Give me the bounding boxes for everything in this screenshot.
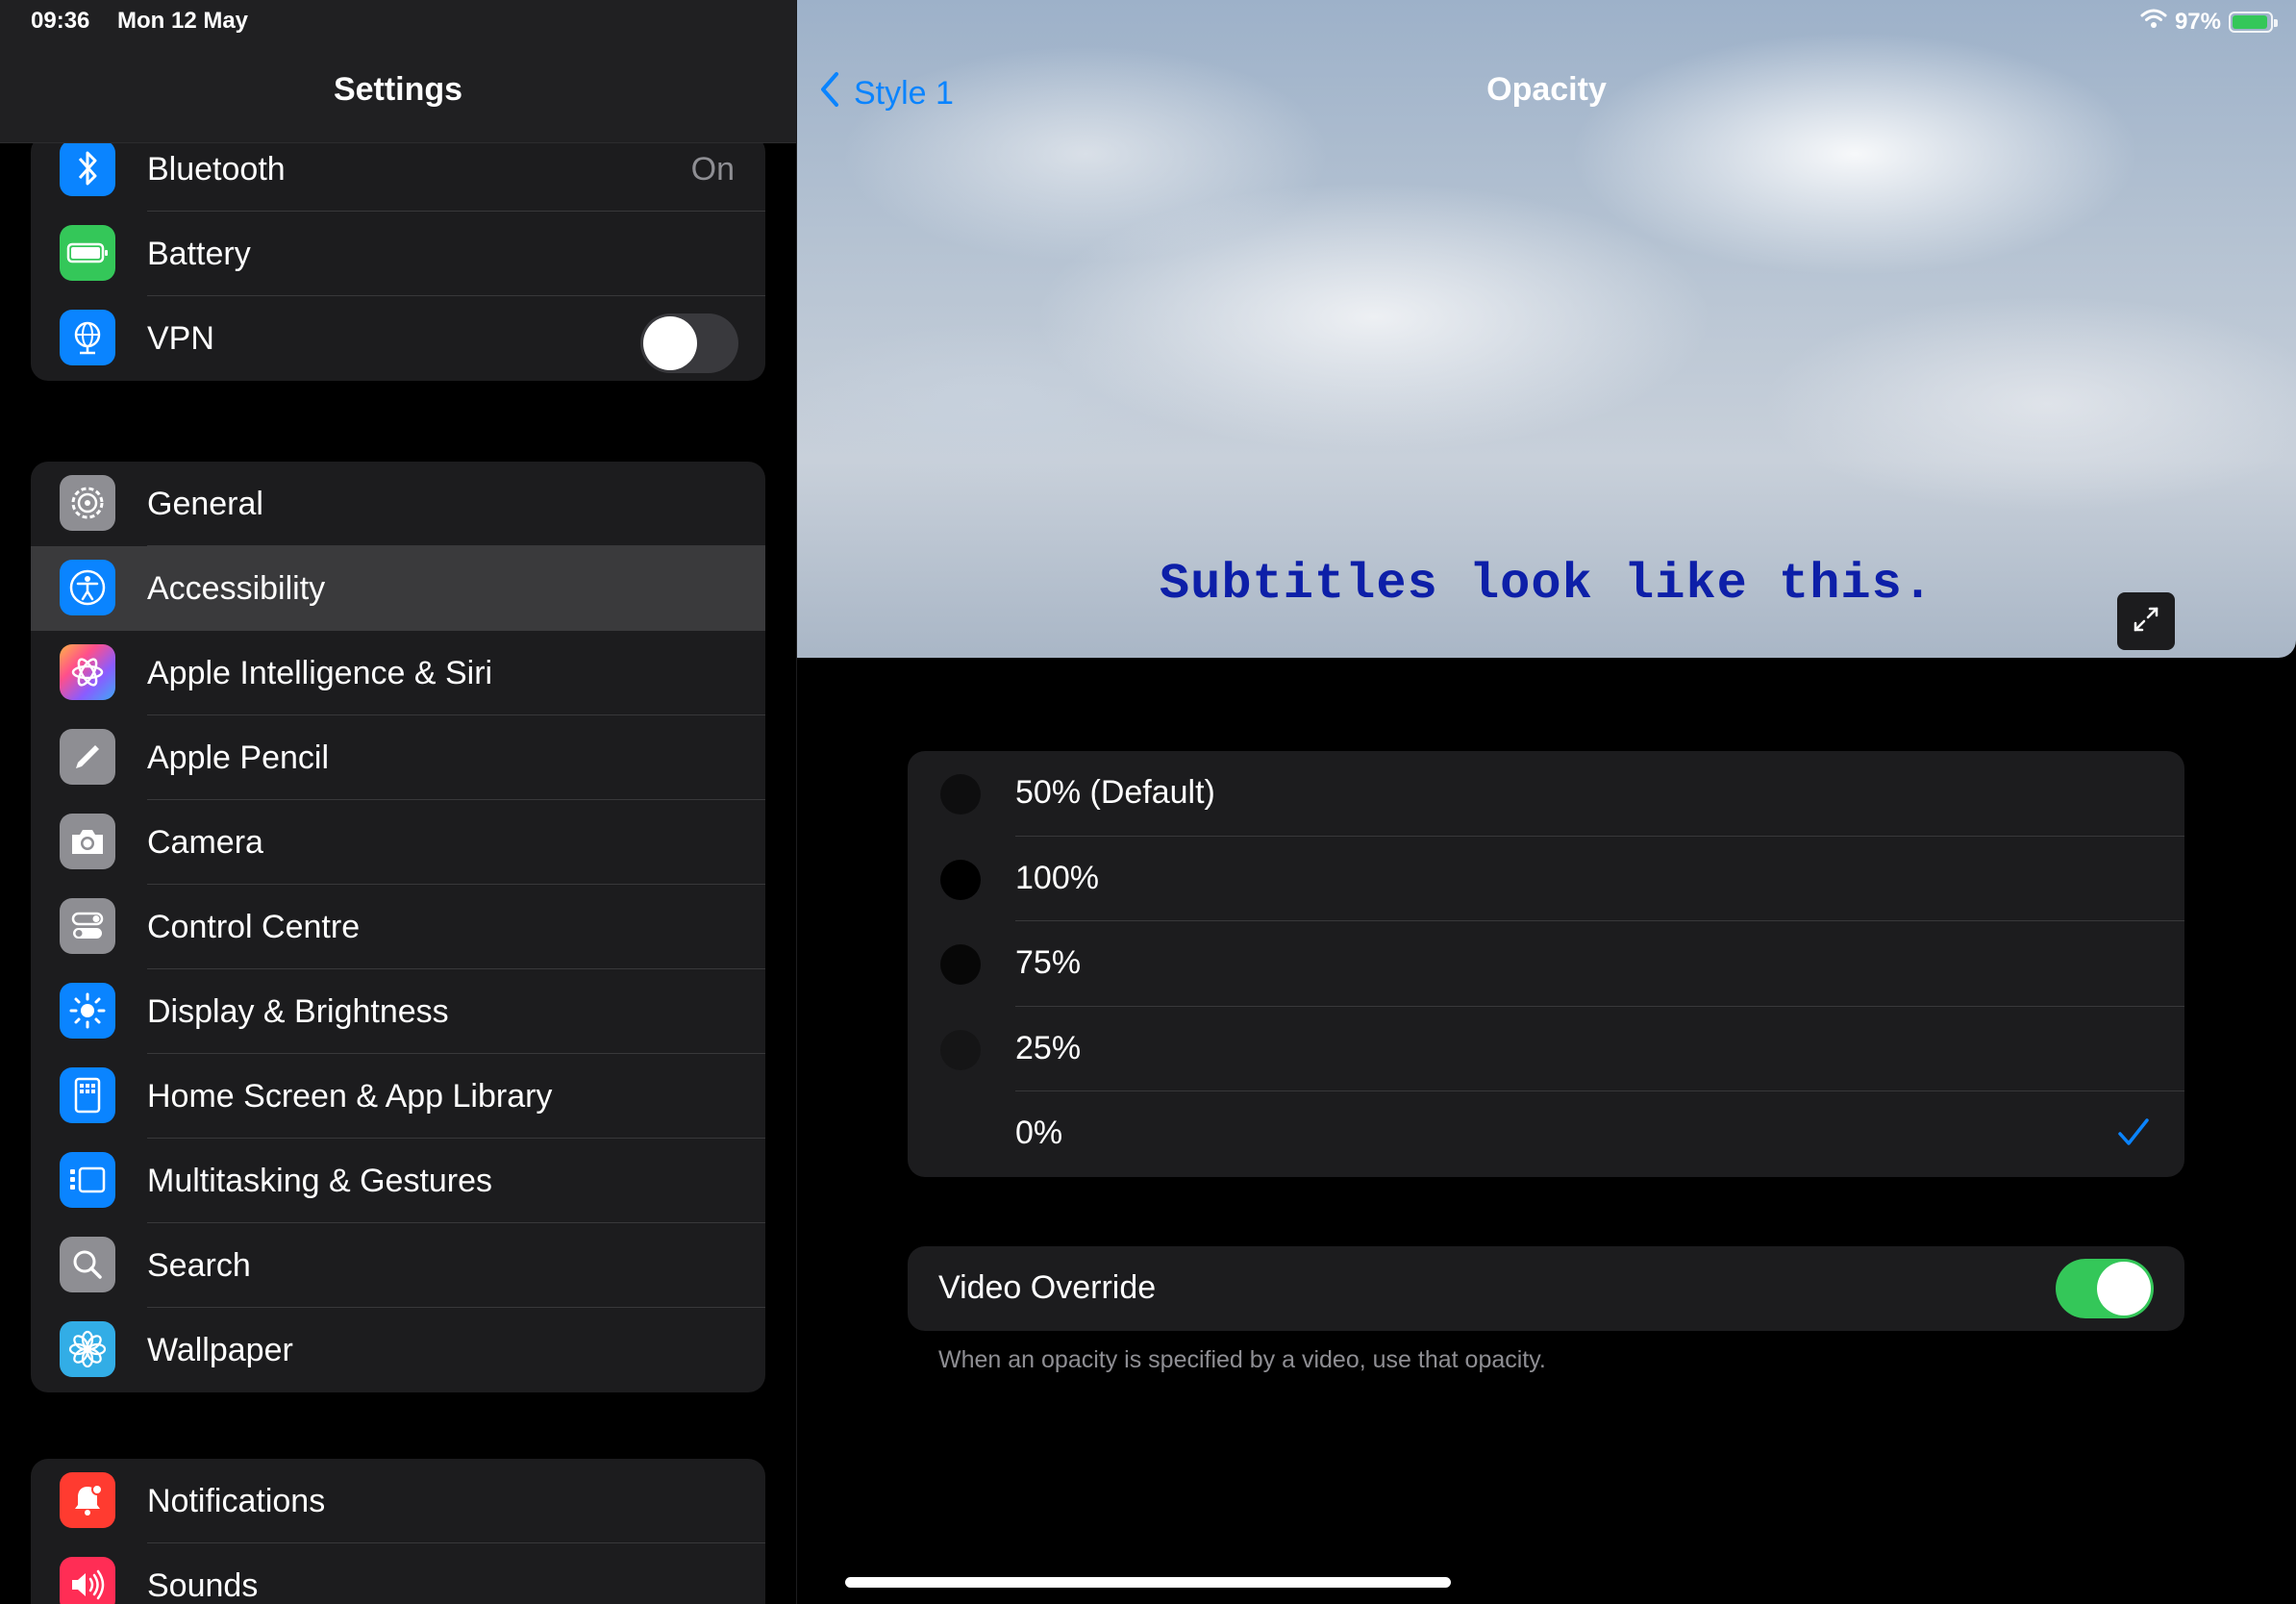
opacity-options-list: 50% (Default) 100% 75% 25% 0%: [908, 751, 2184, 1177]
sidebar-item-label: Accessibility: [147, 569, 326, 607]
sidebar-item-apple-intelligence-siri[interactable]: Apple Intelligence & Siri: [31, 631, 765, 715]
option-label: 75%: [1015, 944, 1082, 982]
speaker-icon: [60, 1557, 115, 1604]
option-label: 25%: [1015, 1029, 1082, 1066]
sidebar-item-accessibility[interactable]: Accessibility: [31, 546, 765, 631]
sidebar-item-battery[interactable]: Battery: [31, 212, 765, 296]
status-date: Mon 12 May: [117, 8, 249, 34]
accessibility-icon: [60, 560, 115, 615]
control-centre-icon: [60, 898, 115, 954]
option-label: 50% (Default): [1015, 774, 1215, 811]
sidebar-item-bluetooth[interactable]: Bluetooth On: [31, 135, 765, 212]
settings-group-notifications: Notifications Sounds: [31, 1459, 765, 1604]
color-swatch: [940, 1029, 981, 1070]
option-75[interactable]: 75%: [908, 921, 2184, 1007]
battery-charging-icon: [2229, 11, 2278, 33]
wallpaper-flower-icon: [60, 1321, 115, 1377]
home-indicator[interactable]: [845, 1577, 1451, 1588]
sidebar-item-apple-pencil[interactable]: Apple Pencil: [31, 715, 765, 800]
settings-sidebar: 09:36 Mon 12 May Settings Bluetooth On B…: [0, 0, 796, 1604]
camera-icon: [60, 814, 115, 869]
option-25[interactable]: 25%: [908, 1007, 2184, 1092]
expand-preview-button[interactable]: [2117, 592, 2175, 650]
bell-icon: [60, 1472, 115, 1528]
option-label: 0%: [1015, 1115, 1063, 1152]
sidebar-item-label: Wallpaper: [147, 1331, 293, 1368]
settings-group-general: General Accessibility Apple Intelligence…: [31, 462, 765, 1392]
sidebar-item-vpn[interactable]: VPN: [31, 296, 765, 381]
bluetooth-status: On: [690, 150, 735, 188]
gear-icon: [60, 475, 115, 531]
sidebar-item-label: Camera: [147, 823, 263, 861]
sun-icon: [60, 983, 115, 1039]
page-title: Opacity: [1486, 71, 1607, 108]
vpn-globe-icon: [60, 310, 115, 365]
sidebar-item-multitasking[interactable]: Multitasking & Gestures: [31, 1139, 765, 1223]
status-bar-right: 97%: [2140, 8, 2278, 36]
sidebar-item-home-screen[interactable]: Home Screen & App Library: [31, 1054, 765, 1139]
sidebar-item-general[interactable]: General: [31, 462, 765, 546]
sidebar-item-display-brightness[interactable]: Display & Brightness: [31, 969, 765, 1054]
expand-arrows-icon: [2131, 604, 2161, 639]
vpn-toggle[interactable]: [640, 313, 738, 373]
sidebar-item-label: Battery: [147, 235, 251, 272]
option-100[interactable]: 100%: [908, 837, 2184, 922]
home-screen-icon: [60, 1067, 115, 1123]
sidebar-item-label: Multitasking & Gestures: [147, 1162, 493, 1199]
sidebar-header: 09:36 Mon 12 May Settings: [0, 0, 796, 143]
sidebar-item-label: Notifications: [147, 1482, 326, 1519]
sidebar-item-label: Home Screen & App Library: [147, 1077, 553, 1115]
option-label: 100%: [1015, 859, 1099, 896]
sidebar-item-notifications[interactable]: Notifications: [31, 1459, 765, 1543]
battery-percentage: 97%: [2174, 8, 2221, 35]
video-override-row: Video Override: [908, 1246, 2184, 1331]
option-0[interactable]: 0%: [908, 1091, 2184, 1177]
color-swatch: [940, 944, 981, 986]
sidebar-item-label: Apple Intelligence & Siri: [147, 654, 493, 691]
sidebar-item-label: Display & Brightness: [147, 992, 449, 1030]
bluetooth-icon: [60, 140, 115, 196]
sidebar-item-search[interactable]: Search: [31, 1223, 765, 1308]
sidebar-item-control-centre[interactable]: Control Centre: [31, 885, 765, 969]
sidebar-item-camera[interactable]: Camera: [31, 800, 765, 885]
multitasking-icon: [60, 1152, 115, 1208]
sidebar-item-wallpaper[interactable]: Wallpaper: [31, 1308, 765, 1392]
color-swatch: [940, 774, 981, 815]
video-override-label: Video Override: [938, 1269, 1157, 1306]
search-icon: [60, 1237, 115, 1292]
video-override-footnote: When an opacity is specified by a video,…: [938, 1346, 1546, 1373]
video-override-toggle[interactable]: [2056, 1259, 2154, 1318]
battery-icon: [60, 225, 115, 281]
siri-icon: [60, 644, 115, 700]
sidebar-item-label: Bluetooth: [147, 150, 286, 188]
sidebar-item-label: Sounds: [147, 1566, 259, 1604]
option-50-default[interactable]: 50% (Default): [908, 751, 2184, 837]
checkmark-icon: [2117, 1116, 2150, 1154]
sidebar-item-label: VPN: [147, 319, 214, 357]
subtitle-sample-text: Subtitles look like this.: [1159, 556, 1934, 613]
settings-group-connectivity: Bluetooth On Battery VPN: [31, 135, 765, 381]
status-time: 09:36: [31, 8, 90, 34]
pencil-icon: [60, 729, 115, 785]
sidebar-item-label: Search: [147, 1246, 251, 1284]
color-swatch: [940, 859, 981, 900]
sidebar-item-sounds[interactable]: Sounds: [31, 1543, 765, 1604]
sidebar-item-label: General: [147, 485, 263, 522]
sidebar-item-label: Apple Pencil: [147, 739, 330, 776]
sidebar-item-label: Control Centre: [147, 908, 361, 945]
wifi-icon: [2140, 8, 2167, 36]
sidebar-title: Settings: [333, 71, 463, 108]
